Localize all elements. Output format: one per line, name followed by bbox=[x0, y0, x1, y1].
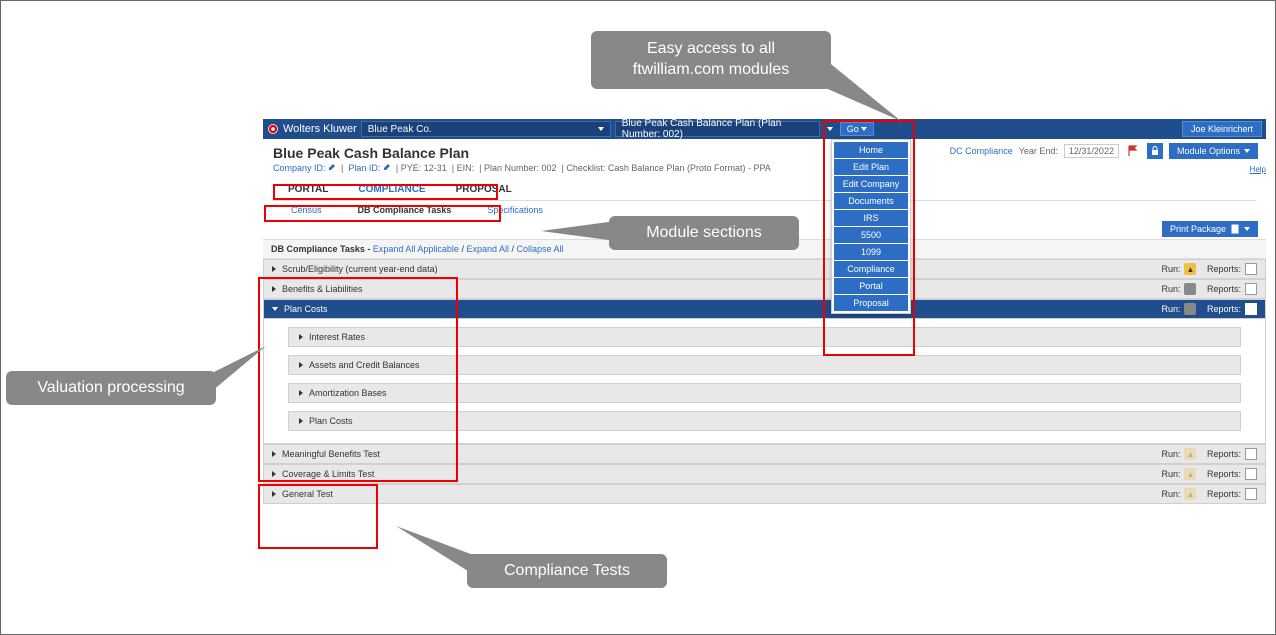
user-button[interactable]: Joe Kleinrichert bbox=[1182, 121, 1262, 137]
checkbox[interactable] bbox=[1245, 468, 1257, 480]
go-proposal[interactable]: Proposal bbox=[834, 295, 908, 311]
lock-icon[interactable] bbox=[1147, 143, 1163, 159]
go-home[interactable]: Home bbox=[834, 142, 908, 158]
callout-bottom-tail bbox=[396, 526, 476, 576]
module-options-button[interactable]: Module Options bbox=[1169, 143, 1258, 159]
subtask-amortization[interactable]: Amortization Bases bbox=[288, 383, 1241, 403]
subtask-plan-costs[interactable]: Plan Costs bbox=[288, 411, 1241, 431]
go-1099[interactable]: 1099 bbox=[834, 244, 908, 260]
help-link[interactable]: Help bbox=[1250, 165, 1266, 174]
go-edit-company[interactable]: Edit Company bbox=[834, 176, 908, 192]
plan-selector[interactable]: Blue Peak Cash Balance Plan (Plan Number… bbox=[615, 121, 820, 137]
checkbox[interactable] bbox=[1245, 488, 1257, 500]
subtask-assets-credit[interactable]: Assets and Credit Balances bbox=[288, 355, 1241, 375]
subheader: Blue Peak Cash Balance Plan Company ID: … bbox=[263, 139, 1266, 221]
flag-icon[interactable] bbox=[1125, 143, 1141, 159]
pencil-icon bbox=[328, 163, 336, 171]
callout-left-tail bbox=[206, 346, 276, 396]
go-edit-plan[interactable]: Edit Plan bbox=[834, 159, 908, 175]
chevron-down-icon bbox=[598, 127, 604, 131]
tab-portal[interactable]: PORTAL bbox=[273, 179, 343, 200]
go-menu: Home Edit Plan Edit Company Documents IR… bbox=[831, 139, 911, 314]
checkbox[interactable] bbox=[1245, 448, 1257, 460]
tab-compliance[interactable]: COMPLIANCE bbox=[343, 179, 440, 200]
app-window: Wolters Kluwer Blue Peak Co. Blue Peak C… bbox=[263, 119, 1266, 556]
year-end-input[interactable]: 12/31/2022 bbox=[1064, 144, 1119, 158]
topbar: Wolters Kluwer Blue Peak Co. Blue Peak C… bbox=[263, 119, 1266, 139]
header-tools: DC Compliance Year End: 12/31/2022 Modul… bbox=[950, 143, 1258, 159]
warn-icon: ▲ bbox=[1184, 263, 1196, 275]
status-icon bbox=[1184, 283, 1196, 295]
brand-text: Wolters Kluwer bbox=[283, 123, 357, 135]
checkbox[interactable] bbox=[1245, 283, 1257, 295]
task-general[interactable]: General Test Run:▲ Reports: bbox=[263, 484, 1266, 504]
subtask-interest-rates[interactable]: Interest Rates bbox=[288, 327, 1241, 347]
company-selector[interactable]: Blue Peak Co. bbox=[361, 121, 611, 137]
task-coverage[interactable]: Coverage & Limits Test Run:▲ Reports: bbox=[263, 464, 1266, 484]
checkbox[interactable] bbox=[1245, 263, 1257, 275]
task-plan-costs[interactable]: Plan Costs Run: Reports: bbox=[263, 299, 1266, 319]
callout-bottom: Compliance Tests bbox=[467, 554, 667, 588]
callout-left: Valuation processing bbox=[6, 371, 216, 405]
warn-icon: ▲ bbox=[1184, 448, 1196, 460]
tab-proposal[interactable]: PROPOSAL bbox=[441, 179, 527, 200]
year-end-label: Year End: bbox=[1019, 146, 1058, 156]
callout-mid: Module sections bbox=[609, 216, 799, 250]
go-portal[interactable]: Portal bbox=[834, 278, 908, 294]
plan-costs-subtasks: Interest Rates Assets and Credit Balance… bbox=[263, 319, 1266, 444]
status-icon bbox=[1184, 303, 1196, 315]
task-scrub[interactable]: Scrub/Eligibility (current year-end data… bbox=[263, 259, 1266, 279]
expand-applicable-link[interactable]: Expand All Applicable bbox=[373, 244, 459, 254]
subtab-census[interactable]: Census bbox=[273, 201, 340, 219]
plan-meta: Company ID: | Plan ID: | PYE: 12-31 | EI… bbox=[273, 163, 1256, 173]
go-compliance[interactable]: Compliance bbox=[834, 261, 908, 277]
document-icon bbox=[1230, 224, 1240, 234]
callout-mid-tail bbox=[541, 216, 616, 246]
print-package-button[interactable]: Print Package bbox=[1162, 221, 1258, 237]
callout-top-tail bbox=[821, 56, 921, 136]
warn-icon: ▲ bbox=[1184, 468, 1196, 480]
tabs-main: PORTAL COMPLIANCE PROPOSAL bbox=[273, 179, 1256, 200]
warn-icon: ▲ bbox=[1184, 488, 1196, 500]
brand-icon bbox=[267, 123, 279, 135]
dc-compliance-link[interactable]: DC Compliance bbox=[950, 146, 1013, 156]
company-id-link[interactable]: Company ID: bbox=[273, 163, 336, 173]
subtab-db-tasks[interactable]: DB Compliance Tasks bbox=[340, 201, 470, 219]
brand-logo: Wolters Kluwer bbox=[267, 123, 357, 135]
go-documents[interactable]: Documents bbox=[834, 193, 908, 209]
callout-top: Easy access to all ftwilliam.com modules bbox=[591, 31, 831, 89]
task-meaningful[interactable]: Meaningful Benefits Test Run:▲ Reports: bbox=[263, 444, 1266, 464]
plan-id-link[interactable]: Plan ID: bbox=[348, 163, 391, 173]
task-benefits[interactable]: Benefits & Liabilities Run: Reports: bbox=[263, 279, 1266, 299]
expand-all-link[interactable]: Expand All bbox=[466, 244, 509, 254]
checkbox[interactable] bbox=[1245, 303, 1257, 315]
go-5500[interactable]: 5500 bbox=[834, 227, 908, 243]
pencil-icon bbox=[383, 163, 391, 171]
go-irs[interactable]: IRS bbox=[834, 210, 908, 226]
